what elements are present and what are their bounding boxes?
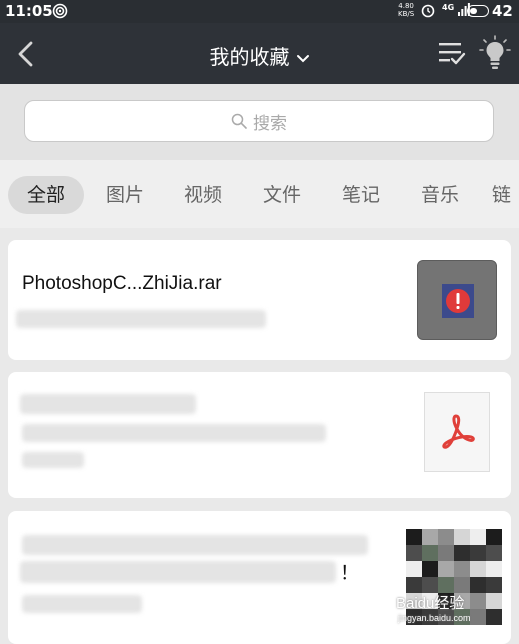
mosaic-tile [470,609,486,625]
multi-select-icon[interactable] [438,40,466,66]
mosaic-tile [438,561,454,577]
network-type: 4G [442,3,455,12]
mosaic-tile [470,529,486,545]
item-text-fragment: ！ [340,562,360,584]
mosaic-tile [422,529,438,545]
app-header: 我的收藏 [0,23,519,84]
alarm-icon [421,4,435,18]
mosaic-tile [470,593,486,609]
pdf-file-icon [442,414,475,449]
mosaic-tile [422,545,438,561]
tab-files[interactable]: 文件 [251,176,313,214]
page-title: 我的收藏 [209,45,290,69]
search-placeholder: 搜索 [253,113,287,134]
mosaic-tile [470,577,486,593]
search-icon [231,113,247,129]
lightbulb-icon[interactable] [479,35,511,71]
mosaic-tile [486,577,502,593]
watermark-text: Baidu经验 [396,595,465,612]
tab-images[interactable]: 图片 [94,176,156,214]
blurred-title-text [22,535,368,555]
rar-file-icon [442,284,474,318]
mosaic-tile [486,593,502,609]
blurred-title-text [20,394,196,414]
tab-videos[interactable]: 视频 [172,176,234,214]
mosaic-tile [438,545,454,561]
tab-links[interactable]: 链 [492,176,519,214]
mosaic-tile [486,545,502,561]
mosaic-tile [454,561,470,577]
mosaic-tile [454,529,470,545]
status-bar: 11:05 4.80 KB/S 4G 42 [0,0,519,23]
mosaic-tile [486,561,502,577]
mosaic-tile [422,577,438,593]
battery-icon [467,5,489,17]
mosaic-tile [486,529,502,545]
watermark-url: jingyan.baidu.com [398,613,471,623]
status-time: 11:05 [5,2,53,20]
blurred-source-text [16,310,266,328]
mosaic-tile [438,577,454,593]
network-speed: 4.80 KB/S [398,2,415,18]
item-thumbnail [424,392,490,472]
search-area: 搜索 [0,84,519,160]
signal-strength: 4G [442,3,470,17]
mosaic-tile [438,529,454,545]
tab-music[interactable]: 音乐 [409,176,471,214]
battery-fill [470,7,477,14]
blurred-desc-text [20,561,336,583]
tab-notes[interactable]: 笔记 [330,176,392,214]
baidu-watermark: Baidu经验 jingyan.baidu.com [396,592,471,623]
item-title: PhotoshopC...ZhiJia.rar [22,273,222,294]
battery-level: 42 [492,2,513,20]
blurred-source-text [22,595,142,613]
mosaic-tile [406,545,422,561]
mosaic-tile [406,529,422,545]
tab-all[interactable]: 全部 [8,176,84,214]
mosaic-tile [470,561,486,577]
category-tabs: 全部 图片 视频 文件 笔记 音乐 链 [0,160,519,228]
blurred-source-text [22,452,84,468]
mosaic-tile [454,545,470,561]
list-item[interactable]: ！ [8,511,511,644]
item-thumbnail [417,260,497,340]
mosaic-tile [422,561,438,577]
hotspot-icon [52,3,68,19]
list-item[interactable]: PhotoshopC...ZhiJia.rar [8,240,511,360]
search-input[interactable]: 搜索 [24,100,494,142]
mosaic-tile [406,561,422,577]
list-item[interactable] [8,372,511,498]
mosaic-tile [406,577,422,593]
mosaic-tile [454,577,470,593]
chevron-down-icon [296,54,309,62]
mosaic-tile [486,609,502,625]
blurred-desc-text [22,424,326,442]
mosaic-tile [470,545,486,561]
